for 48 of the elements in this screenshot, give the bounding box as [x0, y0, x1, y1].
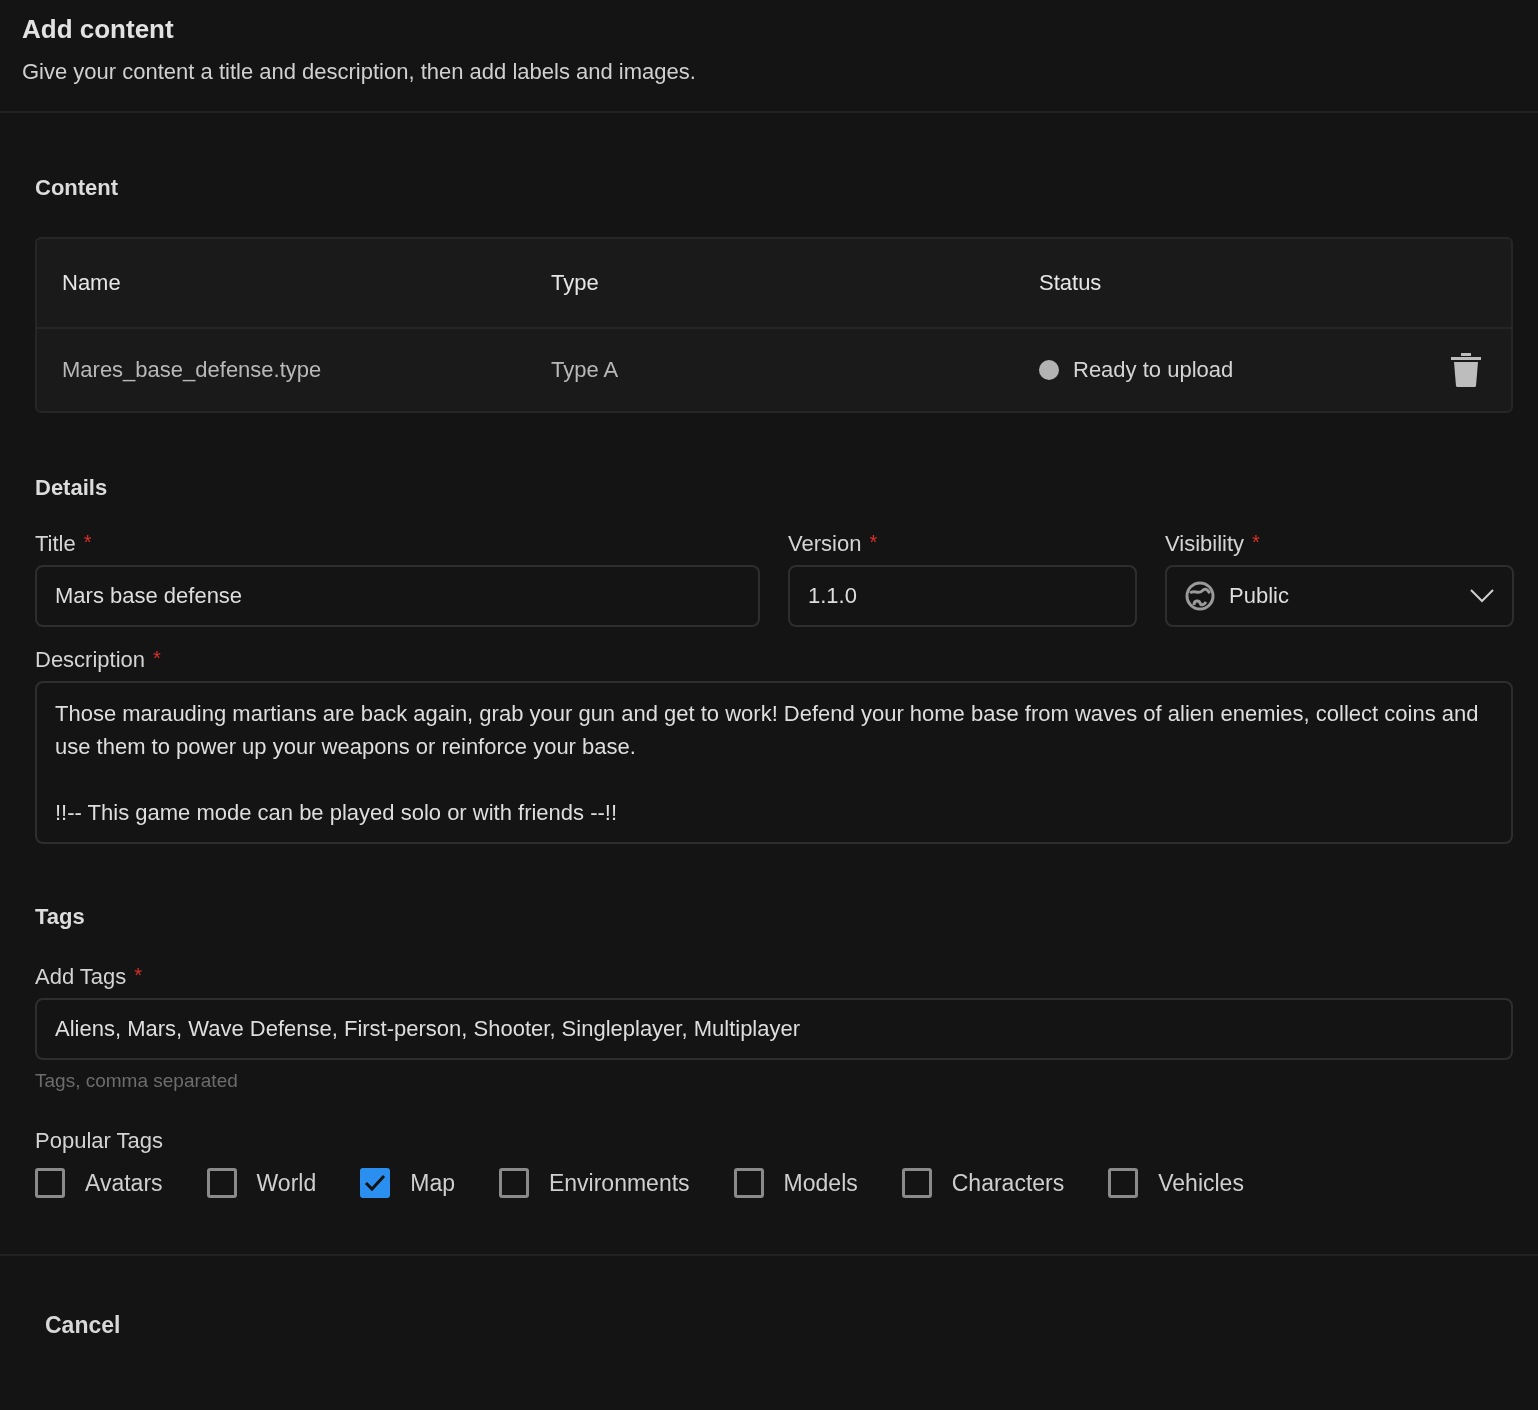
visibility-dropdown[interactable]: Public	[1165, 565, 1514, 627]
field-label: Add Tags	[35, 964, 127, 990]
section-heading: Tags	[35, 904, 86, 930]
status-text: Ready to upload	[1073, 357, 1234, 383]
column-header: Type	[551, 270, 599, 296]
checkbox[interactable]	[901, 1168, 932, 1198]
checkbox[interactable]	[360, 1168, 391, 1198]
required-asterisk: *	[1252, 531, 1260, 555]
checkbox[interactable]	[498, 1168, 529, 1198]
checkbox[interactable]	[35, 1168, 65, 1198]
required-asterisk: *	[869, 531, 878, 555]
checkbox[interactable]	[206, 1168, 237, 1198]
section-heading: Details	[35, 475, 109, 501]
checkbox-label: Models	[783, 1169, 858, 1197]
chevron-down-icon	[1470, 589, 1494, 603]
field-label: Description	[35, 647, 146, 673]
required-asterisk: *	[134, 964, 143, 988]
field-hint: Tags, comma separated	[35, 1070, 239, 1092]
checkbox-label: Environments	[548, 1169, 690, 1197]
title-field[interactable]: Mars base defense	[35, 565, 760, 627]
checkbox[interactable]	[733, 1168, 764, 1198]
field-label: Popular Tags	[35, 1128, 164, 1154]
table-cell: Type A	[551, 357, 619, 383]
field-label: Title	[35, 531, 76, 557]
globe-icon	[1185, 581, 1215, 611]
field-label: Visibility	[1165, 531, 1245, 557]
page-subtitle: Give your content a title and description, then add labels and images.	[22, 59, 697, 85]
required-asterisk: *	[83, 531, 92, 555]
tags-field[interactable]: Aliens, Mars, Wave Defense, First-person, Shooter, Singleplayer, Multiplayer	[35, 998, 1513, 1060]
cancel-button[interactable]: Cancel	[45, 1312, 121, 1339]
checkbox-label: Characters	[951, 1169, 1065, 1197]
table-cell: Mares_base_defense.type	[62, 357, 322, 383]
description-field[interactable]: Those marauding martians are back again, grab your gun and get to work! Defend your home base from waves of alien enemies, collect coins and use them to power up your weapons or reinforce your base. !!-- This game mode can be played solo or with friends --!!	[35, 681, 1513, 844]
required-asterisk: *	[153, 647, 161, 671]
section-heading: Content	[35, 175, 120, 201]
checkbox-label: Avatars	[85, 1169, 163, 1197]
field-label: Version	[788, 531, 862, 557]
page-title: Add content	[22, 14, 175, 45]
version-field[interactable]: 1.1.0	[788, 565, 1137, 627]
status-dot	[1039, 360, 1059, 380]
checkbox[interactable]	[1108, 1168, 1139, 1198]
checkbox-label: Map	[410, 1169, 455, 1197]
check-icon	[364, 1174, 387, 1192]
column-header: Name	[62, 270, 121, 296]
column-header: Status	[1039, 270, 1102, 296]
checkbox-label: World	[256, 1169, 317, 1197]
checkbox-label: Vehicles	[1158, 1169, 1244, 1197]
trash-icon[interactable]	[1451, 353, 1481, 387]
